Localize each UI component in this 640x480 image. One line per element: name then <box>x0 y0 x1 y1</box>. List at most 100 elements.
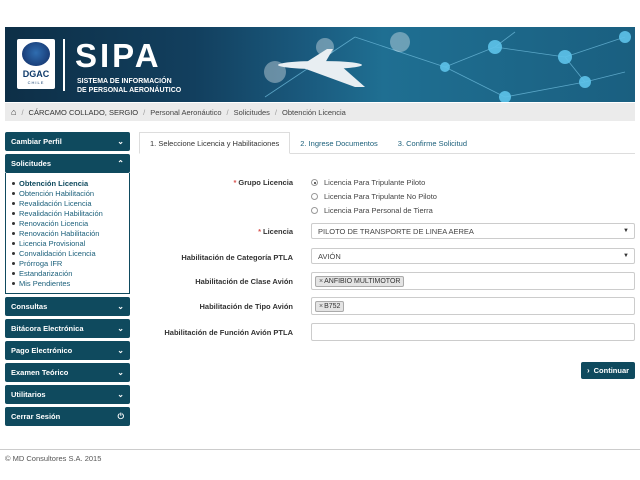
licencia-select[interactable]: PILOTO DE TRANSPORTE DE LINEA AEREA ▼ <box>311 223 635 239</box>
submenu-label: Revalidación Licencia <box>19 198 92 208</box>
chevron-down-icon: ⌄ <box>117 137 124 146</box>
submenu-mis-pendientes[interactable]: Mis Pendientes <box>12 278 129 288</box>
radio-checked-icon[interactable] <box>311 179 318 186</box>
tab-seleccione-licencia[interactable]: 1. Seleccione Licencia y Habilitaciones <box>139 132 291 154</box>
sidebar-item-solicitudes[interactable]: Solicitudes ⌃ <box>5 154 130 173</box>
tag-label: B752 <box>324 302 341 310</box>
app-subtitle-1: SISTEMA DE INFORMACIÓN <box>77 78 172 85</box>
remove-icon[interactable]: × <box>319 278 323 285</box>
radio-personal-tierra[interactable]: Licencia Para Personal de Tierra <box>311 206 433 215</box>
bullet-icon <box>12 211 15 215</box>
licencia-row: * Licencia PILOTO DE TRANSPORTE DE LINEA … <box>139 223 635 241</box>
sidebar-item-label: Consultas <box>11 302 48 311</box>
chevron-down-icon: ⌄ <box>117 324 124 333</box>
sidebar-item-label: Utilitarios <box>11 390 46 399</box>
sidebar-item-label: Pago Electrónico <box>11 346 73 355</box>
solicitudes-submenu: Obtención Licencia Obtención Habilitació… <box>5 173 130 294</box>
categoria-row: Habilitación de Categoría PTLA AVIÓN ▼ <box>139 248 635 266</box>
submenu-label: Revalidación Habilitación <box>19 208 103 218</box>
submenu-renovacion-habilitacion[interactable]: Renovación Habilitación <box>12 228 129 238</box>
funcion-label: Habilitación de Función Avión PTLA <box>164 328 293 337</box>
remove-icon[interactable]: × <box>319 303 323 310</box>
submenu-label: Prórroga IFR <box>19 258 63 268</box>
funcion-input[interactable] <box>311 323 635 341</box>
submenu-label: Mis Pendientes <box>19 278 71 288</box>
tipo-row: Habilitación de Tipo Avión × B752 <box>139 297 635 315</box>
submenu-obtencion-habilitacion[interactable]: Obtención Habilitación <box>12 188 129 198</box>
header-banner: DGAC CHILE SIPA SISTEMA DE INFORMACIÓN D… <box>5 27 635 102</box>
chevron-down-icon: ⌄ <box>117 368 124 377</box>
bullet-icon <box>12 281 15 285</box>
submenu-estandarizacion[interactable]: Estandarización <box>12 268 129 278</box>
footer-divider <box>0 449 640 450</box>
bullet-icon <box>12 241 15 245</box>
grupo-licencia-row: * Grupo Licencia Licencia Para Tripulante… <box>139 178 635 218</box>
clase-row: Habilitación de Clase Avión × ANFIBIO MUL… <box>139 272 635 290</box>
continue-button[interactable]: › Continuar <box>581 362 635 379</box>
bullet-icon <box>12 181 15 185</box>
submenu-prorroga-ifr[interactable]: Prórroga IFR <box>12 258 129 268</box>
breadcrumb-personal[interactable]: Personal Aeronáutico <box>150 108 221 117</box>
clase-multiselect[interactable]: × ANFIBIO MULTIMOTOR <box>311 272 635 290</box>
submenu-licencia-provisional[interactable]: Licencia Provisional <box>12 238 129 248</box>
clase-label: Habilitación de Clase Avión <box>195 277 293 286</box>
sidebar-item-label: Cerrar Sesión <box>11 412 61 421</box>
bullet-icon <box>12 271 15 275</box>
submenu-label: Licencia Provisional <box>19 238 86 248</box>
radio-tripulante-piloto[interactable]: Licencia Para Tripulante Piloto <box>311 178 425 187</box>
breadcrumb-separator: / <box>143 107 146 117</box>
bullet-icon <box>12 191 15 195</box>
funcion-row: Habilitación de Función Avión PTLA <box>139 323 635 341</box>
selected-tag[interactable]: × ANFIBIO MULTIMOTOR <box>315 275 405 287</box>
sidebar-item-consultas[interactable]: Consultas ⌄ <box>5 297 130 316</box>
sidebar-item-examen[interactable]: Examen Teórico ⌄ <box>5 363 130 382</box>
chevron-right-icon: › <box>586 366 590 375</box>
submenu-label: Renovación Habilitación <box>19 228 100 238</box>
submenu-revalidacion-habilitacion[interactable]: Revalidación Habilitación <box>12 208 129 218</box>
home-icon[interactable]: ⌂ <box>11 107 16 117</box>
chevron-down-icon: ⌄ <box>117 390 124 399</box>
radio-tripulante-no-piloto[interactable]: Licencia Para Tripulante No Piloto <box>311 192 437 201</box>
submenu-obtencion-licencia[interactable]: Obtención Licencia <box>12 178 129 188</box>
submenu-label: Obtención Habilitación <box>19 188 95 198</box>
breadcrumb-solicitudes[interactable]: Solicitudes <box>234 108 270 117</box>
radio-icon[interactable] <box>311 207 318 214</box>
bullet-icon <box>12 221 15 225</box>
chevron-down-icon: ⌄ <box>117 346 124 355</box>
sidebar-item-cambiar-perfil[interactable]: Cambiar Perfil ⌄ <box>5 132 130 151</box>
radio-label: Licencia Para Personal de Tierra <box>324 206 433 215</box>
bullet-icon <box>12 231 15 235</box>
bullet-icon <box>12 201 15 205</box>
tipo-multiselect[interactable]: × B752 <box>311 297 635 315</box>
tab-confirme-solicitud[interactable]: 3. Confirme Solicitud <box>388 132 477 154</box>
submenu-label: Estandarización <box>19 268 73 278</box>
bullet-icon <box>12 261 15 265</box>
app-title: SIPA <box>75 37 162 74</box>
caret-down-icon: ▼ <box>623 253 629 259</box>
breadcrumb: ⌂ / CÁRCAMO COLLADO, SERGIO / Personal A… <box>5 103 635 121</box>
sidebar-item-utilitarios[interactable]: Utilitarios ⌄ <box>5 385 130 404</box>
banner-divider <box>63 39 65 91</box>
radio-label: Licencia Para Tripulante Piloto <box>324 178 426 187</box>
sidebar-item-bitacora[interactable]: Bitácora Electrónica ⌄ <box>5 319 130 338</box>
tipo-label: Habilitación de Tipo Avión <box>199 302 293 311</box>
footer-copyright: © MD Consultores S.A. 2015 <box>5 454 102 463</box>
sidebar-item-label: Cambiar Perfil <box>11 137 62 146</box>
submenu-revalidacion-licencia[interactable]: Revalidación Licencia <box>12 198 129 208</box>
submenu-renovacion-licencia[interactable]: Renovación Licencia <box>12 218 129 228</box>
breadcrumb-separator: / <box>226 107 229 117</box>
breadcrumb-current: Obtención Licencia <box>282 107 346 117</box>
categoria-select[interactable]: AVIÓN ▼ <box>311 248 635 264</box>
sidebar-item-label: Examen Teórico <box>11 368 69 377</box>
radio-icon[interactable] <box>311 193 318 200</box>
submenu-convalidacion-licencia[interactable]: Convalidación Licencia <box>12 248 129 258</box>
wizard-tabs: 1. Seleccione Licencia y Habilitaciones … <box>139 132 635 154</box>
licencia-value: PILOTO DE TRANSPORTE DE LINEA AEREA <box>318 226 474 236</box>
categoria-value: AVIÓN <box>318 251 341 261</box>
sidebar-item-pago[interactable]: Pago Electrónico ⌄ <box>5 341 130 360</box>
breadcrumb-user[interactable]: CÁRCAMO COLLADO, SERGIO <box>29 108 139 117</box>
chevron-down-icon: ⌄ <box>117 302 124 311</box>
selected-tag[interactable]: × B752 <box>315 300 345 312</box>
sidebar-item-cerrar-sesion[interactable]: Cerrar Sesión ⏻ <box>5 407 130 426</box>
tab-ingrese-documentos[interactable]: 2. Ingrese Documentos <box>290 132 388 154</box>
